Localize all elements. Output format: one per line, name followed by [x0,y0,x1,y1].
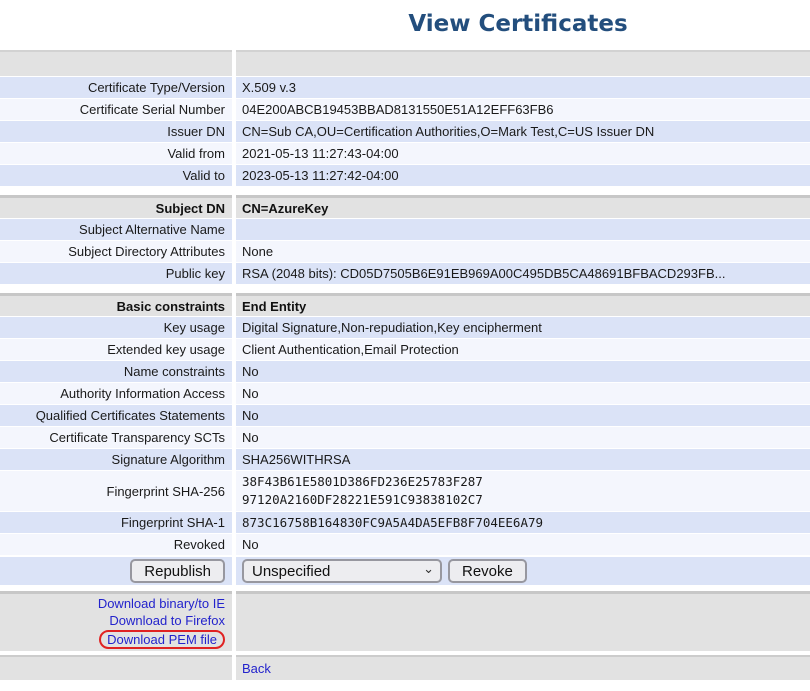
title-container: View Certificates [0,11,810,37]
field-value: Client Authentication,Email Protection [236,339,810,360]
field-value: None [236,241,810,262]
field-label: Valid from [0,143,232,164]
back-row: Back [0,655,810,680]
field-value: No [236,427,810,448]
republish-cell: Republish [0,557,232,585]
fingerprint-sha256-line2: 97120A2160DF28221E591C93838102C7 [242,491,483,509]
field-label: Issuer DN [0,121,232,142]
field-value: Digital Signature,Non-repudiation,Key en… [236,317,810,338]
table-row-subject-dir-attrs: Subject Directory Attributes None [0,241,810,262]
table-row-extended-key-usage: Extended key usage Client Authentication… [0,339,810,360]
table-row-ct-scts: Certificate Transparency SCTs No [0,427,810,448]
download-links: Download binary/to IE Download to Firefo… [0,591,232,651]
field-value: 04E200ABCB19453BBAD8131550E51A12EFF63FB6 [236,99,810,120]
field-label: Certificate Serial Number [0,99,232,120]
table-row-fingerprint-sha256: Fingerprint SHA-256 38F43B61E5801D386FD2… [0,471,810,511]
section-row-subject-dn: Subject DN CN=AzureKey [0,195,810,218]
republish-button[interactable]: Republish [130,559,225,583]
certificate-table: Certificate Type/Version X.509 v.3 Certi… [0,50,810,680]
page-title: View Certificates [0,11,810,37]
table-row-name-constraints: Name constraints No [0,361,810,382]
table-row-issuer-dn: Issuer DN CN=Sub CA,OU=Certification Aut… [0,121,810,142]
download-pem-link[interactable]: Download PEM file [99,630,225,649]
field-label: Public key [0,263,232,284]
field-value: 2023-05-13 11:27:42-04:00 [236,165,810,186]
field-value: 2021-05-13 11:27:43-04:00 [236,143,810,164]
table-row-cert-type: Certificate Type/Version X.509 v.3 [0,77,810,98]
field-value [236,219,810,240]
back-link[interactable]: Back [242,661,271,676]
fingerprint-sha256-line1: 38F43B61E5801D386FD236E25783F287 [242,473,483,491]
table-row-fingerprint-sha1: Fingerprint SHA-1 873C16758B164830FC9A5A… [0,512,810,533]
table-row-subject-alt-name: Subject Alternative Name [0,219,810,240]
section-label: Subject DN [0,195,232,218]
table-row-signature-algorithm: Signature Algorithm SHA256WITHRSA [0,449,810,470]
field-label: Authority Information Access [0,383,232,404]
field-value: 873C16758B164830FC9A5A4DA5EFB8F704EE6A79 [236,512,810,533]
download-binary-ie-link[interactable]: Download binary/to IE [98,596,225,611]
section-value: End Entity [236,293,810,316]
table-row-revoked: Revoked No [0,534,810,555]
field-label: Certificate Transparency SCTs [0,427,232,448]
field-value: No [236,534,810,555]
revocation-reason-select[interactable]: Unspecified [242,559,442,583]
header-band-right [236,50,810,76]
revocation-reason-select-wrap: Unspecified ⌄ [242,559,442,583]
field-value: No [236,383,810,404]
download-row: Download binary/to IE Download to Firefo… [0,591,810,651]
field-label: Subject Directory Attributes [0,241,232,262]
field-label: Subject Alternative Name [0,219,232,240]
section-label: Basic constraints [0,293,232,316]
section-row-basic-constraints: Basic constraints End Entity [0,293,810,316]
field-value: SHA256WITHRSA [236,449,810,470]
table-row-valid-to: Valid to 2023-05-13 11:27:42-04:00 [0,165,810,186]
field-value: CN=Sub CA,OU=Certification Authorities,O… [236,121,810,142]
download-firefox-link[interactable]: Download to Firefox [109,613,225,628]
table-row-valid-from: Valid from 2021-05-13 11:27:43-04:00 [0,143,810,164]
field-label: Fingerprint SHA-1 [0,512,232,533]
back-row-right: Back [236,655,810,680]
field-label: Extended key usage [0,339,232,360]
table-row-qualified-cert-statements: Qualified Certificates Statements No [0,405,810,426]
field-label: Signature Algorithm [0,449,232,470]
field-label: Qualified Certificates Statements [0,405,232,426]
field-value: No [236,361,810,382]
field-label: Valid to [0,165,232,186]
header-band-left [0,50,232,76]
field-value: No [236,405,810,426]
table-row-public-key: Public key RSA (2048 bits): CD05D7505B6E… [0,263,810,284]
table-row-serial-number: Certificate Serial Number 04E200ABCB1945… [0,99,810,120]
actions-row: Republish Unspecified ⌄ Revoke [0,557,810,585]
field-label: Name constraints [0,361,232,382]
field-label: Fingerprint SHA-256 [0,471,232,511]
back-row-left [0,655,232,680]
field-value: 38F43B61E5801D386FD236E25783F287 97120A2… [236,471,810,511]
revoke-button[interactable]: Revoke [448,559,527,583]
field-label: Key usage [0,317,232,338]
section-value: CN=AzureKey [236,195,810,218]
download-row-right [236,591,810,651]
field-label: Revoked [0,534,232,555]
table-row-key-usage: Key usage Digital Signature,Non-repudiat… [0,317,810,338]
field-value: X.509 v.3 [236,77,810,98]
field-label: Certificate Type/Version [0,77,232,98]
table-row-authority-info-access: Authority Information Access No [0,383,810,404]
field-value: RSA (2048 bits): CD05D7505B6E91EB969A00C… [236,263,810,284]
table-header-band [0,50,810,76]
revoke-cell: Unspecified ⌄ Revoke [236,557,810,585]
